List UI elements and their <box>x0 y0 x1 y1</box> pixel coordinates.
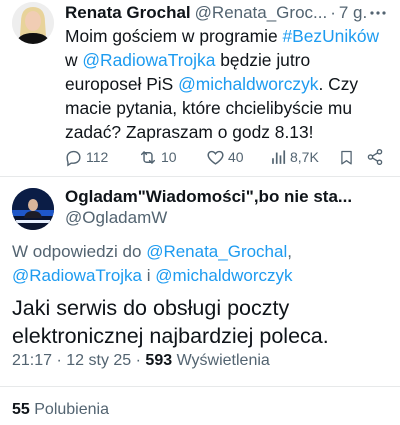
repost-button[interactable]: 10 <box>138 148 206 167</box>
header-separator: · <box>330 3 336 22</box>
text-segment: Moim gościem w programie <box>65 26 283 46</box>
bookmark-icon <box>341 150 352 165</box>
share-icon <box>367 148 383 166</box>
reply-author-name[interactable]: Ogladam"Wiadomości",bo nie sta... <box>65 187 387 207</box>
views-count: 8,7K <box>290 149 319 165</box>
like-button[interactable]: 40 <box>206 148 270 167</box>
views-button[interactable]: 8,7K <box>270 149 338 166</box>
reply-count: 112 <box>86 149 109 165</box>
views-icon <box>272 149 286 164</box>
text-segment: . Czy <box>318 74 359 94</box>
reply-text: Jaki serwis do obsługi poczty elektronic… <box>12 294 392 350</box>
text-segment: w <box>65 50 83 70</box>
avatar-ogladamw[interactable] <box>12 188 54 230</box>
tweet-meta: 21:17 · 12 sty 25 · 593 Wyświetlenia <box>12 352 270 370</box>
author-name[interactable]: Renata Grochal <box>65 3 191 23</box>
tweet-time[interactable]: 21:17 <box>12 352 52 369</box>
replying-to: W odpowiedzi do @Renata_Grochal, @Radiow… <box>12 240 392 288</box>
more-icon[interactable] <box>369 4 387 22</box>
tweet-text: Moim gościem w programie #BezUników w @R… <box>65 24 379 144</box>
text-segment: będzie jutro <box>215 50 311 70</box>
repost-count: 10 <box>161 149 177 165</box>
text-line: Jaki serwis do obsługi poczty <box>12 296 290 320</box>
reply-and: i <box>142 266 156 285</box>
tweet-original[interactable]: Renata Grochal @Renata_Groc... · 7 g. Mo… <box>0 0 400 169</box>
reply-prefix: W odpowiedzi do <box>12 242 147 261</box>
reply-icon <box>66 150 81 166</box>
like-count: 40 <box>228 149 244 165</box>
meta-separator: · <box>131 352 146 369</box>
reply-button[interactable]: 112 <box>64 148 138 167</box>
repost-icon <box>140 150 156 164</box>
meta-divider <box>0 386 400 387</box>
views-label: Wyświetlenia <box>172 352 270 369</box>
text-line: elektronicznej najbardziej poleca. <box>12 324 329 348</box>
avatar-image <box>12 188 54 230</box>
mention-michaldworczyk[interactable]: @michaldworczyk <box>178 74 318 94</box>
avatar-renata[interactable] <box>12 2 54 44</box>
tweet-actions: 112 10 40 8,7K <box>64 146 390 168</box>
likes-summary[interactable]: 55 Polubienia <box>12 401 109 419</box>
reply-comma: , <box>287 242 292 261</box>
mention-renata-grochal[interactable]: @Renata_Grochal <box>146 242 287 261</box>
views-total: 593 <box>145 352 173 369</box>
text-line: zadać? Zapraszam o godz 8.13! <box>65 122 314 142</box>
mention-michaldworczyk[interactable]: @michaldworczyk <box>155 266 292 285</box>
tweet-date[interactable]: 12 sty 25 <box>66 352 131 369</box>
reply-author-handle[interactable]: @OgladamW <box>65 208 167 228</box>
author-handle[interactable]: @Renata_Groc... <box>195 3 328 23</box>
bookmark-button[interactable] <box>338 148 366 167</box>
text-line: macie pytania, które chcielibyście mu <box>65 98 353 118</box>
meta-separator: · <box>52 352 67 369</box>
mention-radiowatrojka[interactable]: @RadiowaTrojka <box>12 266 142 285</box>
like-icon <box>207 150 224 165</box>
mention-radiowatrojka[interactable]: @RadiowaTrojka <box>82 50 215 70</box>
hashtag-bezunikow[interactable]: #BezUników <box>282 26 379 46</box>
tweet-divider <box>0 176 400 177</box>
share-button[interactable] <box>366 148 386 166</box>
likes-total: 55 <box>12 401 30 418</box>
tweet-header: Renata Grochal @Renata_Groc... · 7 g. <box>65 2 387 24</box>
likes-label: Polubienia <box>29 401 109 418</box>
tweet-age[interactable]: 7 g. <box>339 3 367 23</box>
avatar-image <box>12 2 54 44</box>
text-segment: europoseł PiS <box>65 74 179 94</box>
